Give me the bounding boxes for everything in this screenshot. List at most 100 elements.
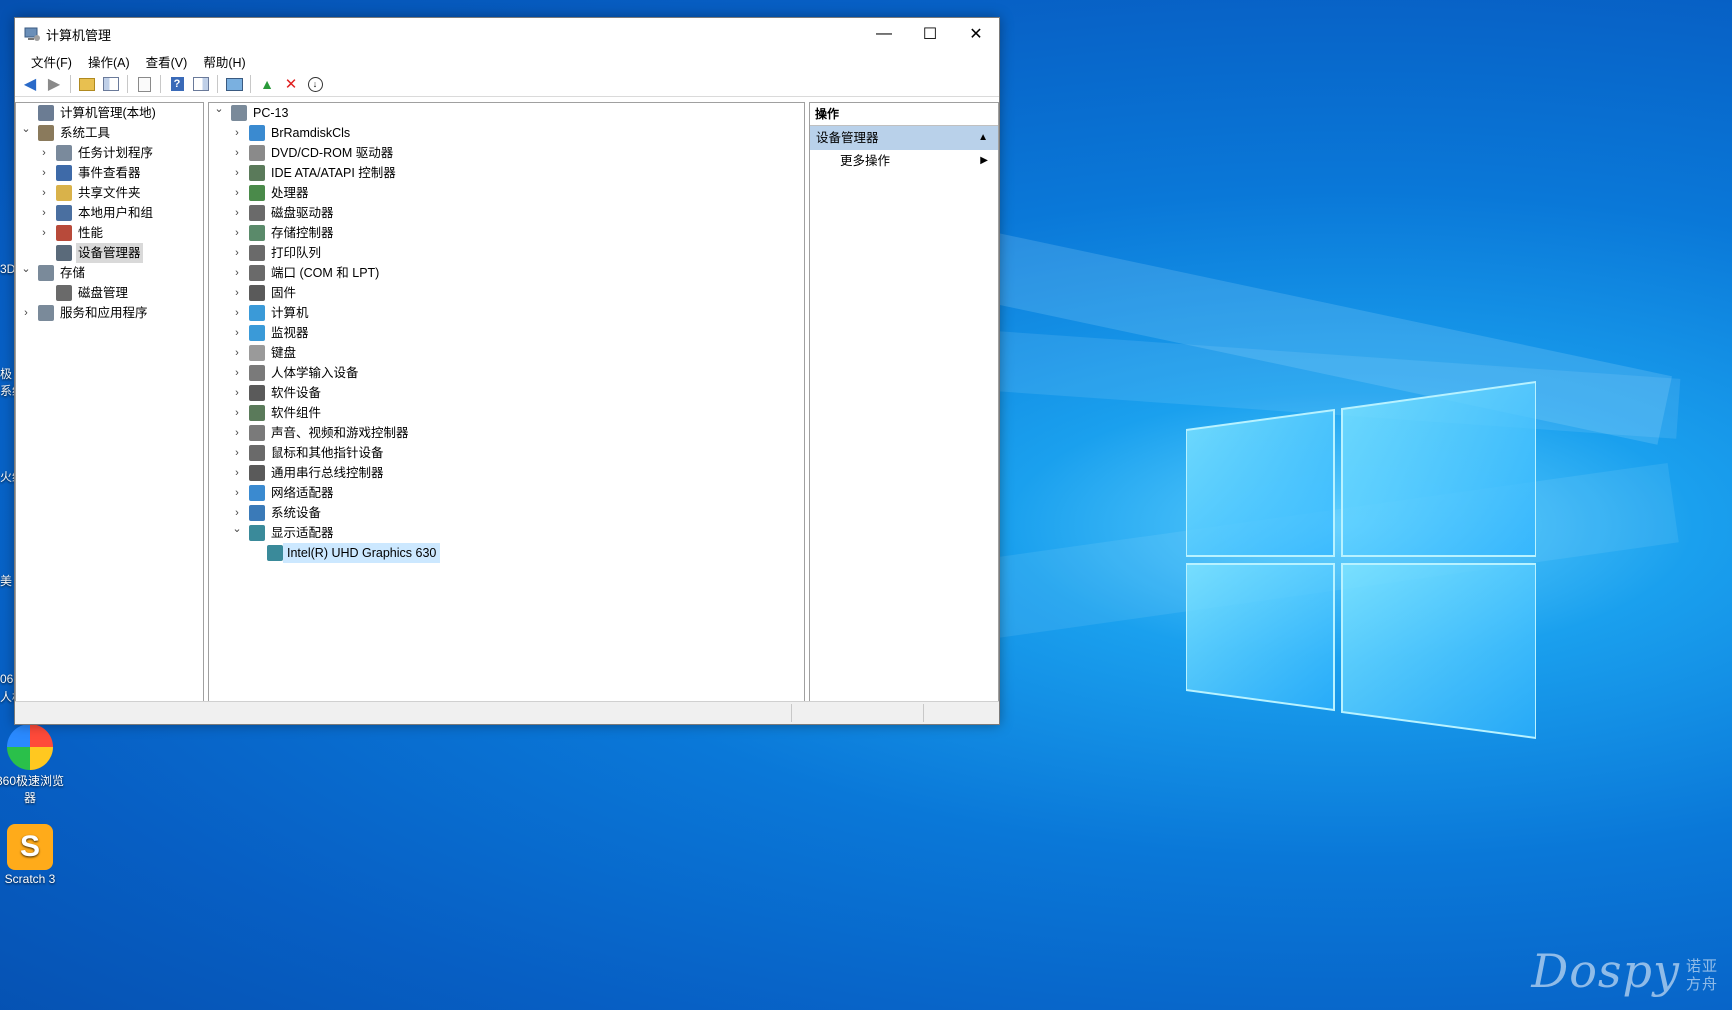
properties-button[interactable]	[133, 74, 155, 94]
device-category[interactable]: › 打印队列	[209, 243, 804, 263]
chevron-down-icon[interactable]: ⌄	[231, 519, 243, 539]
device-category[interactable]: › 监视器	[209, 323, 804, 343]
scan-hardware-button[interactable]	[223, 74, 245, 94]
chevron-right-icon[interactable]: ›	[231, 323, 243, 343]
chevron-right-icon[interactable]: ›	[231, 443, 243, 463]
console-tree-item[interactable]: › 共享文件夹	[16, 183, 203, 203]
chevron-right-icon[interactable]: ›	[231, 463, 243, 483]
minimize-button[interactable]: —	[861, 18, 907, 50]
software-device-icon	[249, 385, 265, 401]
device-category[interactable]: › 固件	[209, 283, 804, 303]
title-bar[interactable]: 计算机管理 — ☐ ✕	[15, 18, 999, 50]
console-tree-item[interactable]: 磁盘管理	[16, 283, 203, 303]
desktop-edge-label[interactable]: 极	[0, 365, 12, 382]
back-button[interactable]: ◀	[19, 74, 41, 94]
chevron-right-icon[interactable]: ›	[231, 303, 243, 323]
device-category[interactable]: › 网络适配器	[209, 483, 804, 503]
device-category[interactable]: › DVD/CD-ROM 驱动器	[209, 143, 804, 163]
device-tree-pane[interactable]: ⌄ PC-13 › BrRamdiskCls › DVD/CD-ROM 驱动器 › IDE A…	[208, 102, 805, 702]
device-category[interactable]: › IDE ATA/ATAPI 控制器	[209, 163, 804, 183]
device-category[interactable]: › 软件设备	[209, 383, 804, 403]
device-category[interactable]: › 键盘	[209, 343, 804, 363]
console-tree-label: 本地用户和组	[78, 206, 154, 220]
chevron-right-icon[interactable]: ›	[231, 283, 243, 303]
device-category[interactable]: › BrRamdiskCls	[209, 123, 804, 143]
monitor-icon	[249, 325, 265, 341]
chevron-right-icon[interactable]: ›	[38, 203, 50, 223]
chevron-right-icon[interactable]: ›	[231, 163, 243, 183]
uninstall-device-button[interactable]: ✕	[280, 74, 302, 94]
chevron-right-icon[interactable]: ›	[231, 423, 243, 443]
ide-controller-icon	[249, 165, 265, 181]
device-category[interactable]: › 通用串行总线控制器	[209, 463, 804, 483]
maximize-button[interactable]: ☐	[907, 18, 953, 50]
device-tree-root[interactable]: ⌄ PC-13	[209, 103, 804, 123]
red-x-icon: ✕	[284, 76, 298, 93]
console-tree-item[interactable]: ⌄ 系统工具	[16, 123, 203, 143]
device-category[interactable]: › 计算机	[209, 303, 804, 323]
disable-device-button[interactable]: ↓	[304, 74, 326, 94]
device-category[interactable]: › 鼠标和其他指针设备	[209, 443, 804, 463]
device-category[interactable]: › 存储控制器	[209, 223, 804, 243]
desktop-icon-scratch[interactable]: S Scratch 3	[0, 824, 66, 886]
console-tree-item[interactable]: › 服务和应用程序	[16, 303, 203, 323]
chevron-right-icon[interactable]: ›	[231, 363, 243, 383]
chevron-right-icon[interactable]: ›	[38, 163, 50, 183]
device-category[interactable]: › 人体学输入设备	[209, 363, 804, 383]
actions-section-device-manager[interactable]: 设备管理器 ▲	[810, 126, 998, 150]
up-folder-button[interactable]	[76, 74, 98, 94]
chevron-right-icon[interactable]: ›	[231, 343, 243, 363]
console-tree-item[interactable]: ⌄ 存储	[16, 263, 203, 283]
device-category[interactable]: ⌄ 显示适配器	[209, 523, 804, 543]
device-category[interactable]: › 端口 (COM 和 LPT)	[209, 263, 804, 283]
device-item[interactable]: Intel(R) UHD Graphics 630	[209, 543, 804, 563]
chevron-right-icon[interactable]: ›	[231, 223, 243, 243]
chevron-right-icon[interactable]: ›	[231, 483, 243, 503]
chevron-down-icon[interactable]: ⌄	[20, 119, 32, 139]
menu-view[interactable]: 查看(V)	[138, 52, 196, 71]
menu-action[interactable]: 操作(A)	[80, 52, 138, 71]
chevron-right-icon[interactable]: ›	[231, 143, 243, 163]
forward-button[interactable]: ▶	[43, 74, 65, 94]
console-tree-item[interactable]: 计算机管理(本地)	[16, 103, 203, 123]
console-tree-pane[interactable]: 计算机管理(本地) ⌄ 系统工具 › 任务计划程序 › 事件查看器 › 共享文件夹 › 本地用户和组…	[15, 102, 204, 702]
help-button[interactable]: ?	[166, 74, 188, 94]
menu-file[interactable]: 文件(F)	[23, 52, 80, 71]
chevron-right-icon[interactable]: ›	[20, 303, 32, 323]
chevron-right-icon[interactable]: ›	[38, 183, 50, 203]
device-category[interactable]: › 软件组件	[209, 403, 804, 423]
toolbar-separator	[250, 75, 251, 93]
chevron-right-icon[interactable]: ›	[231, 403, 243, 423]
show-hide-action-pane-button[interactable]	[190, 74, 212, 94]
menu-help[interactable]: 帮助(H)	[195, 52, 253, 71]
console-tree-item[interactable]: › 任务计划程序	[16, 143, 203, 163]
chevron-right-icon[interactable]: ›	[231, 203, 243, 223]
chevron-right-icon[interactable]: ›	[231, 383, 243, 403]
chevron-right-icon[interactable]: ›	[38, 143, 50, 163]
device-category[interactable]: › 声音、视频和游戏控制器	[209, 423, 804, 443]
update-driver-button[interactable]: ▲	[256, 74, 278, 94]
close-button[interactable]: ✕	[953, 18, 999, 50]
device-category[interactable]: › 磁盘驱动器	[209, 203, 804, 223]
chevron-down-icon[interactable]: ⌄	[213, 103, 225, 119]
desktop-icon-label: Scratch 3	[4, 872, 56, 886]
console-tree-item[interactable]: › 性能	[16, 223, 203, 243]
console-tree-label: 系统工具	[60, 126, 111, 140]
desktop-edge-label[interactable]: 06	[0, 672, 13, 686]
chevron-right-icon[interactable]: ›	[231, 183, 243, 203]
chevron-right-icon[interactable]: ›	[231, 243, 243, 263]
show-hide-tree-button[interactable]	[100, 74, 122, 94]
more-actions-item[interactable]: 更多操作 ▶	[810, 150, 998, 172]
console-tree-item[interactable]: › 事件查看器	[16, 163, 203, 183]
desktop-edge-label[interactable]: 美	[0, 572, 12, 589]
console-tree-item[interactable]: 设备管理器	[16, 243, 203, 263]
chevron-right-icon[interactable]: ›	[231, 263, 243, 283]
chevron-down-icon[interactable]: ⌄	[20, 259, 32, 279]
desktop-icon-360-browser[interactable]: 360极速浏览器	[0, 724, 66, 806]
chevron-right-icon[interactable]: ›	[231, 123, 243, 143]
device-category[interactable]: › 处理器	[209, 183, 804, 203]
device-category-label: 软件组件	[271, 406, 322, 420]
console-tree-item[interactable]: › 本地用户和组	[16, 203, 203, 223]
chevron-right-icon[interactable]: ›	[38, 223, 50, 243]
device-category[interactable]: › 系统设备	[209, 503, 804, 523]
